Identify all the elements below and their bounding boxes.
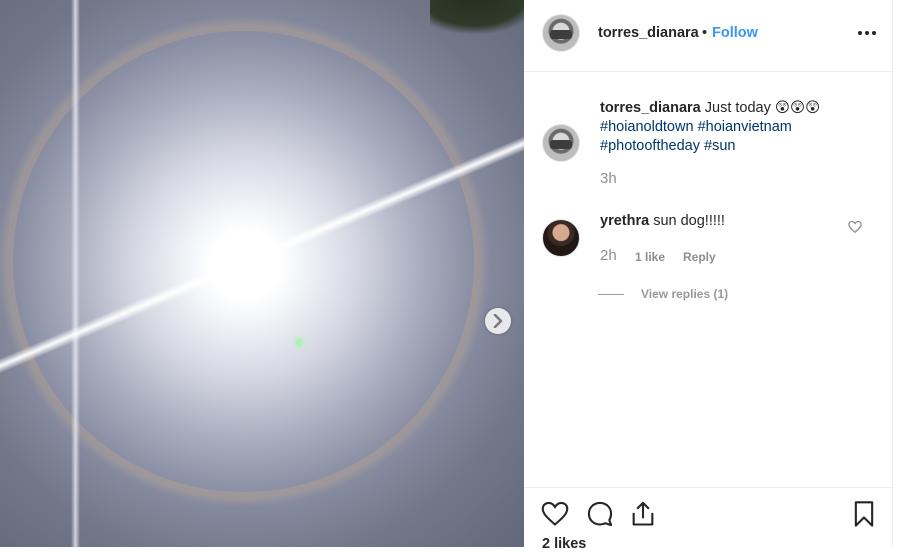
post-photo [0,0,524,547]
caption-avatar[interactable] [542,124,580,162]
owner-avatar[interactable] [542,14,580,52]
save-button[interactable] [850,500,878,528]
hashtag-link[interactable]: #sun [704,138,735,154]
like-comment-button[interactable] [848,220,862,239]
post-header: torres_dianara • Follow [524,0,892,72]
hashtag-link[interactable]: #photooftheday [600,138,700,154]
comment-button[interactable] [586,500,614,528]
lens-flare [296,339,303,346]
contrail [71,0,80,547]
replies-divider [598,294,624,295]
share-button[interactable] [629,500,657,528]
more-options-button[interactable] [856,22,878,44]
share-icon [632,501,654,526]
post-panel: torres_dianara • Follow torres_dianara J… [524,0,893,552]
caption: torres_dianara Just today 😲😲😲 #hoianoldt… [600,99,850,156]
follow-button[interactable]: Follow [712,25,758,41]
comment-body: sun dog!!!!! [653,213,725,229]
view-replies-button[interactable]: View replies (1) [641,287,728,301]
owner-username[interactable]: torres_dianara [598,25,699,41]
heart-icon [541,501,569,526]
caption-body: Just today 😲😲😲 [704,100,821,116]
hashtag-link[interactable]: #hoianoldtown [600,119,694,135]
commenter-username[interactable]: yrethra [600,213,649,229]
caption-time: 3h [600,170,617,187]
tree-branch [430,0,524,34]
like-button[interactable] [541,500,569,528]
comment: yrethra sun dog!!!!! [600,212,725,231]
reply-button[interactable]: Reply [683,250,716,264]
next-photo-button[interactable] [485,308,511,334]
chevron-right-icon [493,314,503,328]
bookmark-icon [854,501,874,527]
heart-icon [848,220,862,234]
likes-count[interactable]: 2 likes [542,536,586,552]
caption-username[interactable]: torres_dianara [600,100,701,116]
commenter-avatar[interactable] [542,219,580,257]
comment-likes[interactable]: 1 like [635,250,665,264]
comment-icon [587,501,613,527]
more-icon [858,31,876,35]
comment-time: 2h [600,247,617,264]
hashtag-link[interactable]: #hoianvietnam [698,119,792,135]
separator-dot: • [702,25,708,41]
